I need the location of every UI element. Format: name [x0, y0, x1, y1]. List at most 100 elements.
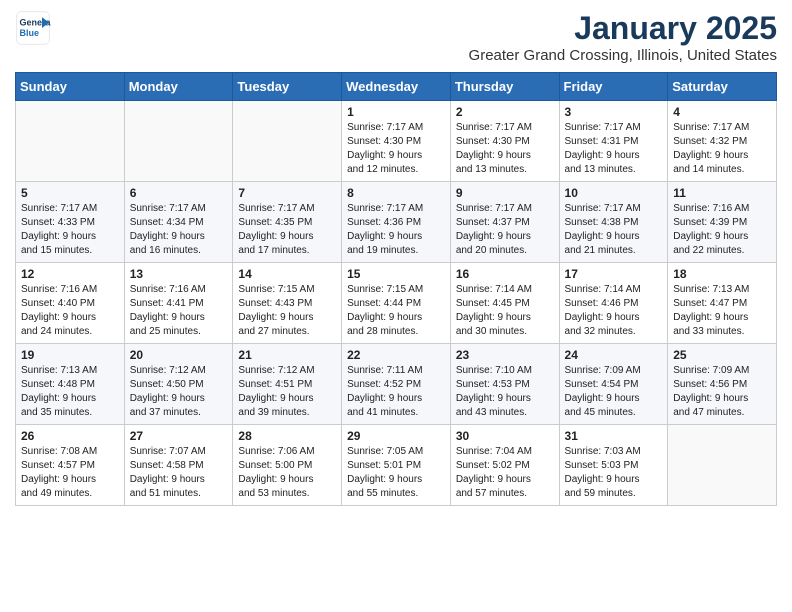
weekday-header-thursday: Thursday: [450, 73, 559, 101]
weekday-header-saturday: Saturday: [668, 73, 777, 101]
day-number: 6: [130, 186, 228, 200]
day-info: Sunrise: 7:16 AM Sunset: 4:41 PM Dayligh…: [130, 283, 228, 339]
day-cell: 15 Sunrise: 7:15 AM Sunset: 4:44 PM Dayli…: [342, 263, 451, 344]
day-info: Sunrise: 7:07 AM Sunset: 4:58 PM Dayligh…: [130, 445, 228, 501]
day-number: 16: [456, 267, 554, 281]
day-cell: 4 Sunrise: 7:17 AM Sunset: 4:32 PM Daylig…: [668, 101, 777, 182]
week-row-3: 12 Sunrise: 7:16 AM Sunset: 4:40 PM Dayli…: [16, 263, 777, 344]
day-number: 21: [238, 348, 336, 362]
day-number: 12: [21, 267, 119, 281]
day-cell: 1Sunrise: 7:17 AM Sunset: 4:30 PM Daylig…: [342, 101, 451, 182]
day-info: Sunrise: 7:16 AM Sunset: 4:39 PM Dayligh…: [673, 202, 771, 258]
day-cell: [668, 425, 777, 506]
day-info: Sunrise: 7:11 AM Sunset: 4:52 PM Dayligh…: [347, 364, 445, 420]
day-cell: 5Sunrise: 7:17 AM Sunset: 4:33 PM Daylig…: [16, 182, 125, 263]
week-row-2: 5Sunrise: 7:17 AM Sunset: 4:33 PM Daylig…: [16, 182, 777, 263]
day-number: 28: [238, 429, 336, 443]
day-number: 4: [673, 105, 771, 119]
day-info: Sunrise: 7:13 AM Sunset: 4:47 PM Dayligh…: [673, 283, 771, 339]
week-row-1: 1Sunrise: 7:17 AM Sunset: 4:30 PM Daylig…: [16, 101, 777, 182]
logo-icon: General Blue: [15, 10, 51, 46]
day-cell: 14 Sunrise: 7:15 AM Sunset: 4:43 PM Dayli…: [233, 263, 342, 344]
day-number: 14: [238, 267, 336, 281]
day-cell: 25Sunrise: 7:09 AM Sunset: 4:56 PM Dayli…: [668, 344, 777, 425]
day-number: 17: [565, 267, 663, 281]
weekday-header-sunday: Sunday: [16, 73, 125, 101]
week-row-5: 26 Sunrise: 7:08 AM Sunset: 4:57 PM Dayli…: [16, 425, 777, 506]
weekday-header-tuesday: Tuesday: [233, 73, 342, 101]
day-info: Sunrise: 7:17 AM Sunset: 4:34 PM Dayligh…: [130, 202, 228, 258]
day-info: Sunrise: 7:17 AM Sunset: 4:31 PM Dayligh…: [565, 121, 663, 177]
day-number: 11: [673, 186, 771, 200]
day-number: 22: [347, 348, 445, 362]
day-info: Sunrise: 7:12 AM Sunset: 4:51 PM Dayligh…: [238, 364, 336, 420]
day-cell: 8Sunrise: 7:17 AM Sunset: 4:36 PM Daylig…: [342, 182, 451, 263]
day-info: Sunrise: 7:03 AM Sunset: 5:03 PM Dayligh…: [565, 445, 663, 501]
day-cell: 6 Sunrise: 7:17 AM Sunset: 4:34 PM Daylig…: [124, 182, 233, 263]
week-row-4: 19 Sunrise: 7:13 AM Sunset: 4:48 PM Dayli…: [16, 344, 777, 425]
day-number: 25: [673, 348, 771, 362]
day-number: 7: [238, 186, 336, 200]
day-cell: [124, 101, 233, 182]
day-cell: 21 Sunrise: 7:12 AM Sunset: 4:51 PM Dayli…: [233, 344, 342, 425]
day-info: Sunrise: 7:10 AM Sunset: 4:53 PM Dayligh…: [456, 364, 554, 420]
day-cell: 23Sunrise: 7:10 AM Sunset: 4:53 PM Dayli…: [450, 344, 559, 425]
weekday-header-monday: Monday: [124, 73, 233, 101]
day-info: Sunrise: 7:04 AM Sunset: 5:02 PM Dayligh…: [456, 445, 554, 501]
day-info: Sunrise: 7:08 AM Sunset: 4:57 PM Dayligh…: [21, 445, 119, 501]
day-cell: 17 Sunrise: 7:14 AM Sunset: 4:46 PM Dayli…: [559, 263, 668, 344]
day-cell: 2 Sunrise: 7:17 AM Sunset: 4:30 PM Daylig…: [450, 101, 559, 182]
day-cell: 28Sunrise: 7:06 AM Sunset: 5:00 PM Dayli…: [233, 425, 342, 506]
day-number: 31: [565, 429, 663, 443]
day-number: 15: [347, 267, 445, 281]
day-number: 13: [130, 267, 228, 281]
day-cell: 20 Sunrise: 7:12 AM Sunset: 4:50 PM Dayli…: [124, 344, 233, 425]
location-title: Greater Grand Crossing, Illinois, United…: [469, 47, 777, 64]
logo: General Blue: [15, 10, 51, 46]
day-number: 9: [456, 186, 554, 200]
day-number: 20: [130, 348, 228, 362]
day-cell: 18 Sunrise: 7:13 AM Sunset: 4:47 PM Dayli…: [668, 263, 777, 344]
day-number: 18: [673, 267, 771, 281]
day-number: 8: [347, 186, 445, 200]
day-cell: 31 Sunrise: 7:03 AM Sunset: 5:03 PM Dayli…: [559, 425, 668, 506]
day-info: Sunrise: 7:16 AM Sunset: 4:40 PM Dayligh…: [21, 283, 119, 339]
day-info: Sunrise: 7:17 AM Sunset: 4:33 PM Dayligh…: [21, 202, 119, 258]
day-cell: 3 Sunrise: 7:17 AM Sunset: 4:31 PM Daylig…: [559, 101, 668, 182]
day-info: Sunrise: 7:17 AM Sunset: 4:30 PM Dayligh…: [456, 121, 554, 177]
day-number: 3: [565, 105, 663, 119]
day-info: Sunrise: 7:15 AM Sunset: 4:43 PM Dayligh…: [238, 283, 336, 339]
day-info: Sunrise: 7:17 AM Sunset: 4:32 PM Dayligh…: [673, 121, 771, 177]
day-cell: 16Sunrise: 7:14 AM Sunset: 4:45 PM Dayli…: [450, 263, 559, 344]
day-info: Sunrise: 7:12 AM Sunset: 4:50 PM Dayligh…: [130, 364, 228, 420]
day-cell: 27 Sunrise: 7:07 AM Sunset: 4:58 PM Dayli…: [124, 425, 233, 506]
day-info: Sunrise: 7:15 AM Sunset: 4:44 PM Dayligh…: [347, 283, 445, 339]
day-number: 29: [347, 429, 445, 443]
day-info: Sunrise: 7:13 AM Sunset: 4:48 PM Dayligh…: [21, 364, 119, 420]
day-cell: 12 Sunrise: 7:16 AM Sunset: 4:40 PM Dayli…: [16, 263, 125, 344]
day-number: 10: [565, 186, 663, 200]
day-number: 30: [456, 429, 554, 443]
page-header: General Blue January 2025 Greater Grand …: [15, 10, 777, 64]
day-info: Sunrise: 7:17 AM Sunset: 4:37 PM Dayligh…: [456, 202, 554, 258]
day-cell: [16, 101, 125, 182]
day-cell: 24Sunrise: 7:09 AM Sunset: 4:54 PM Dayli…: [559, 344, 668, 425]
day-info: Sunrise: 7:17 AM Sunset: 4:38 PM Dayligh…: [565, 202, 663, 258]
day-number: 26: [21, 429, 119, 443]
calendar-table: SundayMondayTuesdayWednesdayThursdayFrid…: [15, 72, 777, 506]
day-cell: 11 Sunrise: 7:16 AM Sunset: 4:39 PM Dayli…: [668, 182, 777, 263]
weekday-header-row: SundayMondayTuesdayWednesdayThursdayFrid…: [16, 73, 777, 101]
day-number: 27: [130, 429, 228, 443]
weekday-header-wednesday: Wednesday: [342, 73, 451, 101]
day-number: 19: [21, 348, 119, 362]
day-info: Sunrise: 7:09 AM Sunset: 4:54 PM Dayligh…: [565, 364, 663, 420]
day-cell: 7Sunrise: 7:17 AM Sunset: 4:35 PM Daylig…: [233, 182, 342, 263]
day-cell: 22 Sunrise: 7:11 AM Sunset: 4:52 PM Dayli…: [342, 344, 451, 425]
day-number: 2: [456, 105, 554, 119]
day-cell: 10 Sunrise: 7:17 AM Sunset: 4:38 PM Dayli…: [559, 182, 668, 263]
day-info: Sunrise: 7:14 AM Sunset: 4:46 PM Dayligh…: [565, 283, 663, 339]
day-info: Sunrise: 7:05 AM Sunset: 5:01 PM Dayligh…: [347, 445, 445, 501]
month-title: January 2025: [469, 10, 777, 47]
day-cell: 29 Sunrise: 7:05 AM Sunset: 5:01 PM Dayli…: [342, 425, 451, 506]
day-cell: 9 Sunrise: 7:17 AM Sunset: 4:37 PM Daylig…: [450, 182, 559, 263]
